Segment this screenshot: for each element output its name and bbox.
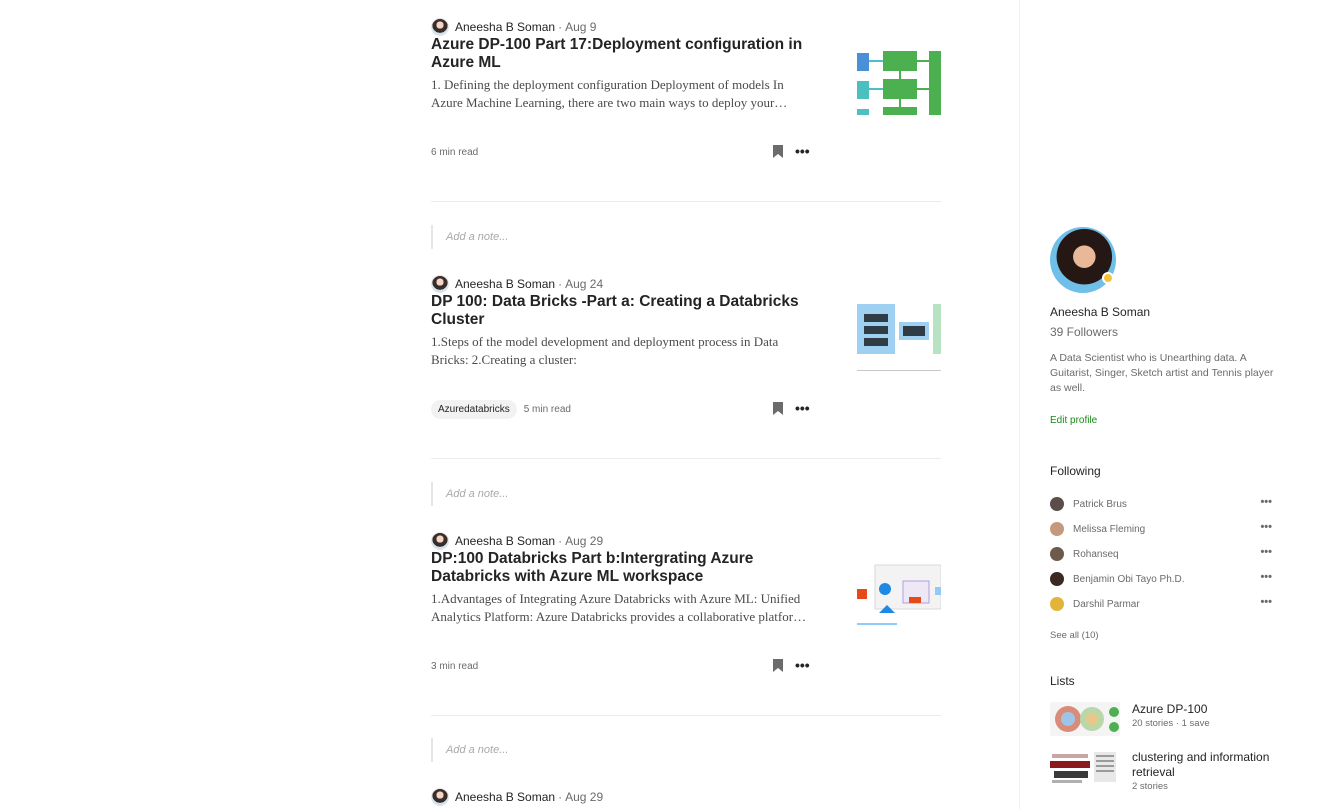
story-date: Aug 29 bbox=[565, 534, 604, 548]
bookmark-icon[interactable] bbox=[773, 659, 783, 672]
read-time: 5 min read bbox=[523, 403, 571, 415]
more-options-icon[interactable]: ••• bbox=[1260, 597, 1272, 608]
follower-avatar[interactable] bbox=[1050, 572, 1064, 586]
sidebar-divider bbox=[1019, 0, 1020, 809]
list-title[interactable]: Azure DP-100 bbox=[1132, 702, 1282, 717]
follower-count[interactable]: 39 Followers bbox=[1050, 325, 1118, 339]
author-avatar[interactable] bbox=[431, 532, 449, 550]
story-meta-row: 6 min read ••• bbox=[431, 142, 811, 162]
following-name[interactable]: Darshil Parmar bbox=[1073, 599, 1140, 610]
more-options-icon[interactable]: ••• bbox=[1260, 522, 1272, 533]
more-options-icon[interactable]: ••• bbox=[795, 401, 810, 415]
author-name[interactable]: Aneesha B Soman bbox=[455, 20, 555, 34]
list-title[interactable]: clustering and information retrieval bbox=[1132, 750, 1282, 780]
story-excerpt[interactable]: 1.Steps of the model development and dep… bbox=[431, 333, 811, 369]
list-meta: 20 stories · 1 save bbox=[1132, 718, 1210, 729]
story-excerpt[interactable]: 1.Advantages of Integrating Azure Databr… bbox=[431, 590, 811, 626]
story-card[interactable]: Aneesha B Soman · Aug 29 DP:100 Databric… bbox=[431, 531, 941, 721]
story-card[interactable]: Aneesha B Soman · Aug 9 Azure DP-100 Par… bbox=[431, 17, 941, 207]
story-author-row: Aneesha B Soman · Aug 29 bbox=[431, 531, 603, 551]
story-thumbnail[interactable] bbox=[857, 39, 941, 115]
read-time: 3 min read bbox=[431, 660, 479, 672]
story-title[interactable]: DP 100: Data Bricks -Part a: Creating a … bbox=[431, 293, 811, 329]
add-note-input[interactable]: Add a note... bbox=[431, 738, 941, 762]
story-title[interactable]: DP:100 Databricks Part b:Intergrating Az… bbox=[431, 550, 811, 586]
list-meta: 2 stories bbox=[1132, 781, 1168, 792]
see-all-following-link[interactable]: See all (10) bbox=[1050, 630, 1099, 641]
bookmark-icon[interactable] bbox=[773, 145, 783, 158]
story-author-row: Aneesha B Soman · Aug 24 bbox=[431, 274, 603, 294]
following-name[interactable]: Benjamin Obi Tayo Ph.D. bbox=[1073, 574, 1185, 585]
author-name[interactable]: Aneesha B Soman bbox=[455, 534, 555, 548]
following-name[interactable]: Rohanseq bbox=[1073, 549, 1119, 560]
following-heading: Following bbox=[1050, 464, 1101, 478]
separator-dot: · bbox=[558, 790, 563, 804]
read-time: 6 min read bbox=[431, 146, 479, 158]
story-date: Aug 9 bbox=[565, 20, 597, 34]
topic-tag[interactable]: Azuredatabricks bbox=[431, 399, 517, 419]
story-excerpt[interactable]: 1. Defining the deployment configuration… bbox=[431, 76, 811, 112]
story-thumbnail[interactable] bbox=[857, 553, 941, 629]
following-name[interactable]: Patrick Brus bbox=[1073, 499, 1127, 510]
story-date: Aug 29 bbox=[565, 790, 604, 804]
author-name[interactable]: Aneesha B Soman bbox=[455, 277, 555, 291]
author-avatar[interactable] bbox=[431, 788, 449, 806]
story-card[interactable]: Aneesha B Soman · Aug 24 DP 100: Data Br… bbox=[431, 274, 941, 464]
profile-name[interactable]: Aneesha B Soman bbox=[1050, 305, 1150, 319]
story-date: Aug 24 bbox=[565, 277, 604, 291]
story-card[interactable]: Aneesha B Soman · Aug 29 bbox=[431, 787, 941, 809]
more-options-icon[interactable]: ••• bbox=[795, 658, 810, 672]
divider bbox=[431, 458, 941, 459]
divider bbox=[431, 715, 941, 716]
follower-avatar[interactable] bbox=[1050, 597, 1064, 611]
list-thumbnail[interactable] bbox=[1050, 750, 1120, 784]
edit-profile-link[interactable]: Edit profile bbox=[1050, 415, 1097, 426]
author-avatar[interactable] bbox=[431, 275, 449, 293]
following-name[interactable]: Melissa Fleming bbox=[1073, 524, 1145, 535]
author-name[interactable]: Aneesha B Soman bbox=[455, 790, 555, 804]
separator-dot: · bbox=[558, 20, 563, 34]
list-thumbnail[interactable] bbox=[1050, 702, 1120, 736]
profile-bio: A Data Scientist who is Unearthing data.… bbox=[1050, 352, 1274, 394]
following-item[interactable]: Darshil Parmar ••• bbox=[1050, 595, 1272, 613]
more-options-icon[interactable]: ••• bbox=[1260, 572, 1272, 583]
follower-avatar[interactable] bbox=[1050, 522, 1064, 536]
following-item[interactable]: Melissa Fleming ••• bbox=[1050, 520, 1272, 538]
following-item[interactable]: Patrick Brus ••• bbox=[1050, 495, 1272, 513]
list-item[interactable]: Azure DP-100 20 stories · 1 save bbox=[1050, 702, 1290, 742]
more-options-icon[interactable]: ••• bbox=[795, 144, 810, 158]
story-title[interactable]: Azure DP-100 Part 17:Deployment configur… bbox=[431, 36, 811, 72]
story-thumbnail[interactable] bbox=[857, 296, 941, 372]
separator-dot: · bbox=[558, 277, 563, 291]
story-meta-row: 3 min read ••• bbox=[431, 656, 811, 676]
bookmark-icon[interactable] bbox=[773, 402, 783, 415]
follower-avatar[interactable] bbox=[1050, 547, 1064, 561]
more-options-icon[interactable]: ••• bbox=[1260, 547, 1272, 558]
add-note-input[interactable]: Add a note... bbox=[431, 225, 941, 249]
add-note-input[interactable]: Add a note... bbox=[431, 482, 941, 506]
story-author-row: Aneesha B Soman · Aug 29 bbox=[431, 787, 603, 807]
separator-dot: · bbox=[558, 534, 563, 548]
story-author-row: Aneesha B Soman · Aug 9 bbox=[431, 17, 596, 37]
following-item[interactable]: Benjamin Obi Tayo Ph.D. ••• bbox=[1050, 570, 1272, 588]
lists-heading: Lists bbox=[1050, 674, 1075, 688]
more-options-icon[interactable]: ••• bbox=[1260, 497, 1272, 508]
divider bbox=[431, 201, 941, 202]
list-item[interactable]: clustering and information retrieval 2 s… bbox=[1050, 750, 1290, 792]
following-item[interactable]: Rohanseq ••• bbox=[1050, 545, 1272, 563]
story-meta-row: Azuredatabricks 5 min read ••• bbox=[431, 399, 811, 419]
author-avatar[interactable] bbox=[431, 18, 449, 36]
follower-avatar[interactable] bbox=[1050, 497, 1064, 511]
membership-badge-icon bbox=[1102, 272, 1114, 284]
